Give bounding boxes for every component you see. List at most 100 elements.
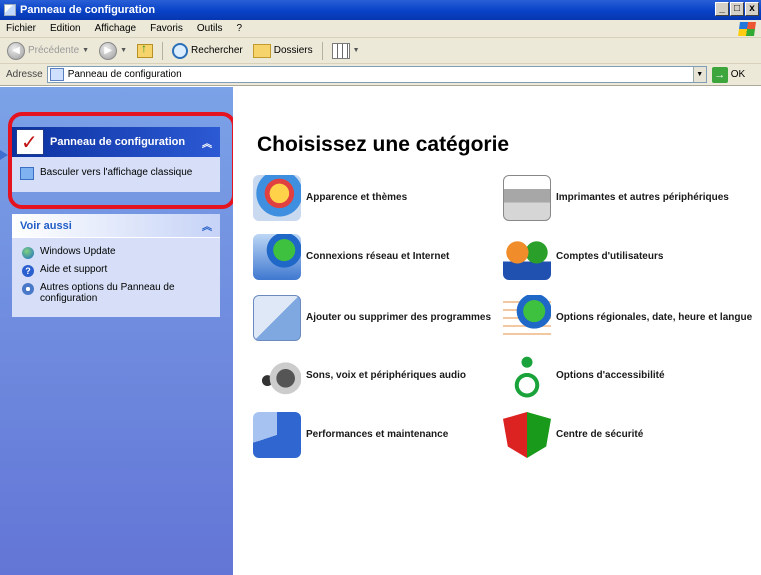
annotation-pointer [0,150,8,160]
control-panel-small-icon [49,68,64,81]
options-icon [22,283,34,295]
folders-button[interactable]: Dossiers [250,40,316,62]
up-folder-icon [137,41,154,58]
window-controls: _ □ x [715,2,759,16]
see-also-title: Voir aussi [20,219,72,232]
see-also-link-other-options[interactable]: Autres options du Panneau de configurati… [22,282,210,304]
category-performance-maintenance[interactable]: Performances et maintenance [253,412,503,458]
menu-bar: Fichier Edition Affichage Favoris Outils… [0,20,761,38]
folders-label: Dossiers [273,45,313,56]
address-bar: Adresse Panneau de configuration ▼ → OK [0,64,761,86]
control-panel-section: Panneau de configuration ︽ Basculer vers… [12,127,220,192]
switch-classic-view-label: Basculer vers l'affichage classique [40,167,193,178]
close-button[interactable]: x [745,2,759,16]
views-dropdown-icon[interactable]: ▼ [353,47,360,54]
windows-logo-icon [738,22,756,36]
category-printers[interactable]: Imprimantes et autres périphériques [503,175,753,221]
folders-icon [252,43,271,58]
category-regional-options[interactable]: Options régionales, date, heure et langu… [503,295,753,341]
category-sounds-audio[interactable]: Sons, voix et périphériques audio [253,353,503,399]
address-input[interactable]: Panneau de configuration ▼ [46,66,707,83]
toolbar: ◀ Précédente ▼ ▶ ▼ Rechercher Dossiers ▼ [0,38,761,64]
go-label: OK [730,69,746,80]
toolbar-separator-2 [321,41,323,60]
views-button[interactable]: ▼ [329,40,363,62]
menu-help[interactable]: ? [236,23,242,34]
back-label: Précédente [28,45,80,56]
address-label: Adresse [6,69,43,80]
forward-button[interactable]: ▶ ▼ [96,40,130,62]
up-folder-button[interactable] [134,40,156,62]
category-security-center[interactable]: Centre de sécurité [503,412,753,458]
search-icon [172,42,189,59]
network-icon [253,234,301,280]
minimize-button[interactable]: _ [715,2,729,16]
views-icon [331,42,350,59]
search-button[interactable]: Rechercher [169,40,246,62]
category-label: Imprimantes et autres périphériques [556,192,729,203]
category-add-remove-programs[interactable]: Ajouter ou supprimer des programmes [253,295,503,341]
windows-update-icon [22,247,34,259]
control-panel-window: Panneau de configuration _ □ x Fichier E… [0,0,761,575]
category-label: Comptes d'utilisateurs [556,251,664,262]
control-panel-app-icon [4,4,16,16]
forward-dropdown-icon[interactable]: ▼ [120,47,127,54]
see-also-header[interactable]: Voir aussi ︽ [12,214,220,238]
address-value: Panneau de configuration [67,69,182,80]
help-icon: ? [22,265,34,277]
user-accounts-icon [503,234,551,280]
menu-tools[interactable]: Outils [197,23,223,34]
menu-favorites[interactable]: Favoris [150,23,183,34]
see-also-link-label: Aide et support [40,264,108,275]
category-network-internet[interactable]: Connexions réseau et Internet [253,234,503,280]
back-dropdown-icon[interactable]: ▼ [82,47,89,54]
category-label: Performances et maintenance [306,429,449,440]
switch-view-icon [20,167,34,180]
search-label: Rechercher [191,45,243,56]
go-arrow-icon: → [711,66,728,83]
sound-icon [253,353,301,399]
collapse-chevron-icon[interactable]: ︽ [202,135,212,150]
title-bar: Panneau de configuration _ □ x [0,0,761,20]
accessibility-icon [503,353,551,399]
see-also-link-windows-update[interactable]: Windows Update [22,246,210,259]
go-button[interactable]: → OK [711,66,746,83]
see-also-link-label: Windows Update [40,246,116,257]
printer-icon [503,175,551,221]
see-also-collapse-chevron-icon[interactable]: ︽ [202,218,212,233]
category-user-accounts[interactable]: Comptes d'utilisateurs [503,234,753,280]
page-title: Choisissez une catégorie [257,133,510,156]
see-also-section: Voir aussi ︽ Windows Update ? Aide et su… [12,214,220,317]
window-title: Panneau de configuration [20,4,156,16]
address-dropdown-icon[interactable]: ▼ [692,67,706,82]
control-panel-section-title: Panneau de configuration [50,136,186,148]
menu-file[interactable]: Fichier [6,23,36,34]
see-also-link-label: Autres options du Panneau de configurati… [40,282,175,304]
category-label: Ajouter ou supprimer des programmes [306,312,492,323]
task-pane: Panneau de configuration ︽ Basculer vers… [0,87,233,575]
switch-classic-view-link[interactable]: Basculer vers l'affichage classique [12,157,220,192]
category-appearance-themes[interactable]: Apparence et thèmes [253,175,503,221]
see-also-list: Windows Update ? Aide et support Autres … [12,238,220,317]
category-label: Apparence et thèmes [306,192,408,203]
see-also-link-help[interactable]: ? Aide et support [22,264,210,277]
category-view: Choisissez une catégorie Apparence et th… [233,87,761,575]
category-label: Centre de sécurité [556,429,644,440]
back-arrow-icon: ◀ [7,41,25,60]
category-label: Sons, voix et périphériques audio [306,370,467,381]
maximize-button[interactable]: □ [730,2,744,16]
security-center-icon [503,412,551,458]
performance-icon [253,412,301,458]
category-accessibility[interactable]: Options d'accessibilité [503,353,753,399]
forward-arrow-icon: ▶ [99,41,118,60]
toolbar-separator [162,41,164,60]
menu-edit[interactable]: Edition [50,23,81,34]
category-label: Options régionales, date, heure et langu… [556,312,753,323]
add-remove-programs-icon [253,295,301,341]
menu-view[interactable]: Affichage [95,23,137,34]
control-panel-icon [16,129,44,155]
category-label: Connexions réseau et Internet [306,251,450,262]
category-label: Options d'accessibilité [556,370,665,381]
control-panel-section-header[interactable]: Panneau de configuration ︽ [12,127,220,157]
back-button[interactable]: ◀ Précédente ▼ [4,40,92,62]
